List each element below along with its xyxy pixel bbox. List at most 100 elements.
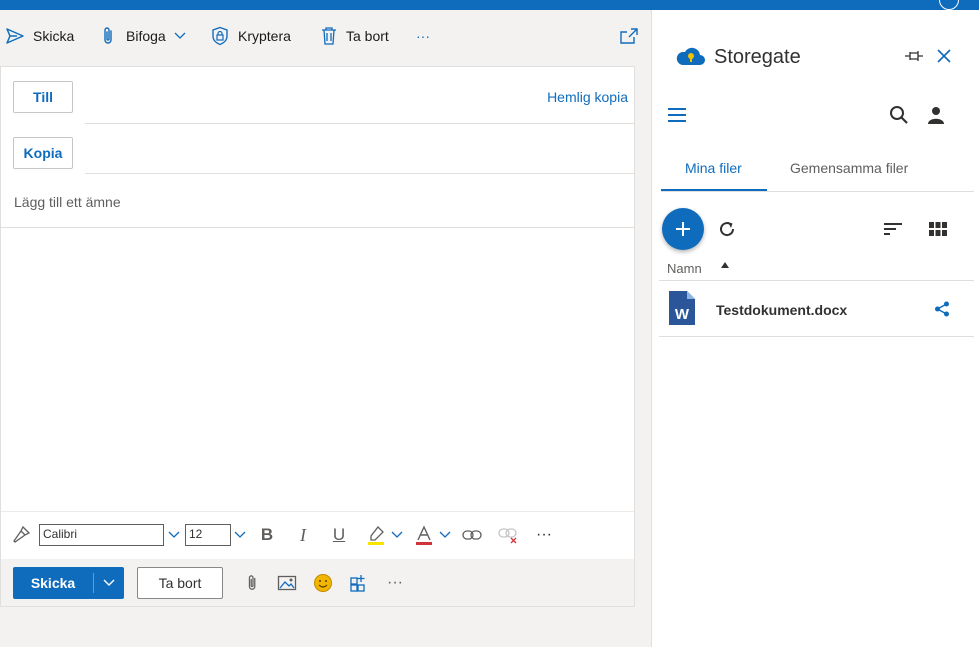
refresh-icon bbox=[720, 222, 735, 237]
grid-view-icon bbox=[929, 222, 947, 236]
more-toolbar-button[interactable]: ··· bbox=[416, 10, 430, 62]
attach-toolbar-label: Bifoga bbox=[126, 28, 166, 44]
encrypt-toolbar-label: Kryptera bbox=[238, 28, 291, 44]
tabs-divider bbox=[661, 191, 974, 192]
compose-toolbar: Skicka Bifoga Kryptera Ta bort ··· bbox=[0, 10, 651, 62]
send-toolbar-button[interactable]: Skicka bbox=[5, 10, 74, 62]
font-color-button[interactable] bbox=[411, 522, 437, 548]
message-body[interactable] bbox=[1, 228, 634, 510]
sort-icon bbox=[884, 223, 902, 235]
refresh-button[interactable] bbox=[716, 218, 738, 240]
pin-button[interactable] bbox=[902, 46, 926, 66]
italic-button[interactable]: I bbox=[291, 522, 315, 548]
insert-picture-button[interactable] bbox=[275, 570, 299, 596]
row-divider bbox=[659, 336, 974, 337]
to-divider bbox=[85, 123, 634, 124]
chevron-down-icon bbox=[103, 579, 115, 586]
subject-input[interactable]: Lägg till ett ämne bbox=[14, 194, 121, 210]
menu-button[interactable] bbox=[666, 104, 688, 126]
formatting-toolbar: Calibri 12 B I U ··· bbox=[1, 511, 634, 560]
paperclip-icon bbox=[104, 27, 112, 44]
font-color-dropdown[interactable] bbox=[437, 522, 453, 548]
file-name: Testdokument.docx bbox=[716, 302, 848, 318]
compose-pane: Till Hemlig kopia Kopia Lägg till ett äm… bbox=[0, 66, 635, 607]
remove-link-button[interactable] bbox=[495, 522, 521, 548]
discard-button[interactable]: Ta bort bbox=[137, 567, 223, 599]
unlink-icon bbox=[498, 528, 517, 544]
apps-button[interactable] bbox=[347, 570, 371, 596]
cc-button[interactable]: Kopia bbox=[13, 137, 73, 169]
svg-text:W: W bbox=[675, 306, 690, 323]
more-actions-button[interactable]: ··· bbox=[383, 570, 407, 596]
add-button[interactable] bbox=[662, 208, 704, 250]
send-toolbar-label: Skicka bbox=[33, 28, 75, 44]
file-row[interactable]: W Testdokument.docx bbox=[659, 281, 974, 336]
sort-button[interactable] bbox=[882, 218, 904, 240]
chevron-down-icon bbox=[439, 531, 451, 538]
close-panel-button[interactable] bbox=[934, 46, 954, 66]
sort-ascending-icon[interactable] bbox=[720, 260, 730, 270]
popout-button[interactable] bbox=[619, 10, 639, 62]
highlight-dropdown[interactable] bbox=[389, 522, 405, 548]
link-icon bbox=[462, 530, 482, 540]
send-options-button[interactable] bbox=[94, 579, 124, 587]
more-format-button[interactable]: ··· bbox=[531, 522, 557, 548]
font-name-input[interactable]: Calibri bbox=[39, 524, 164, 546]
emoji-icon bbox=[314, 574, 332, 592]
send-button[interactable]: Skicka bbox=[13, 567, 124, 599]
bcc-link[interactable]: Hemlig kopia bbox=[547, 89, 628, 105]
more-toolbar-label: ··· bbox=[416, 28, 430, 44]
account-avatar-edge[interactable] bbox=[939, 0, 959, 10]
format-painter-icon bbox=[13, 525, 31, 543]
send-button-label: Skicka bbox=[30, 575, 76, 591]
person-icon bbox=[928, 107, 944, 124]
to-button[interactable]: Till bbox=[13, 81, 73, 113]
pin-icon bbox=[905, 51, 923, 61]
search-button[interactable] bbox=[888, 104, 910, 126]
chevron-down-icon[interactable] bbox=[174, 32, 186, 40]
shield-lock-icon bbox=[212, 26, 228, 46]
send-icon bbox=[6, 28, 24, 44]
grid-view-button[interactable] bbox=[927, 218, 949, 240]
column-header-name[interactable]: Namn bbox=[667, 261, 702, 276]
chevron-down-icon bbox=[168, 531, 180, 538]
font-name-dropdown[interactable] bbox=[166, 522, 182, 548]
highlighter-icon bbox=[368, 526, 384, 545]
highlight-button[interactable] bbox=[363, 522, 389, 548]
plus-icon bbox=[676, 222, 690, 236]
tab-shared-files[interactable]: Gemensamma filer bbox=[790, 160, 908, 176]
compose-action-bar: Skicka Ta bort ··· bbox=[1, 559, 634, 606]
delete-toolbar-button[interactable]: Ta bort bbox=[320, 10, 389, 62]
add-in-grid-icon bbox=[350, 575, 365, 592]
picture-icon bbox=[277, 575, 297, 591]
insert-link-button[interactable] bbox=[459, 522, 485, 548]
chevron-down-icon bbox=[234, 531, 246, 538]
top-accent-bar bbox=[0, 0, 979, 10]
font-size-dropdown[interactable] bbox=[232, 522, 248, 548]
close-icon bbox=[937, 49, 951, 63]
emoji-button[interactable] bbox=[311, 570, 335, 596]
search-icon bbox=[890, 106, 908, 124]
paperclip-icon bbox=[248, 575, 256, 590]
share-file-button[interactable] bbox=[931, 299, 953, 319]
panel-title: Storegate bbox=[714, 46, 801, 68]
popout-icon bbox=[620, 28, 638, 44]
storegate-panel: Storegate Mina filer Gemensamma filer Na… bbox=[651, 10, 979, 647]
format-painter-button[interactable] bbox=[9, 522, 33, 548]
active-tab-indicator bbox=[661, 189, 767, 191]
delete-toolbar-label: Ta bort bbox=[346, 28, 389, 44]
tab-my-files[interactable]: Mina filer bbox=[685, 160, 742, 176]
underline-button[interactable]: U bbox=[327, 522, 351, 548]
font-size-input[interactable]: 12 bbox=[185, 524, 231, 546]
bold-button[interactable]: B bbox=[255, 522, 279, 548]
storegate-logo-icon bbox=[674, 43, 706, 67]
attach-toolbar-button[interactable]: Bifoga bbox=[100, 10, 186, 62]
font-color-icon bbox=[416, 525, 432, 545]
encrypt-toolbar-button[interactable]: Kryptera bbox=[210, 10, 291, 62]
word-file-icon: W bbox=[669, 291, 695, 325]
attach-button[interactable] bbox=[241, 570, 265, 596]
account-button[interactable] bbox=[925, 104, 947, 126]
chevron-down-icon bbox=[391, 531, 403, 538]
hamburger-menu-icon bbox=[668, 108, 686, 122]
share-icon bbox=[935, 301, 949, 317]
